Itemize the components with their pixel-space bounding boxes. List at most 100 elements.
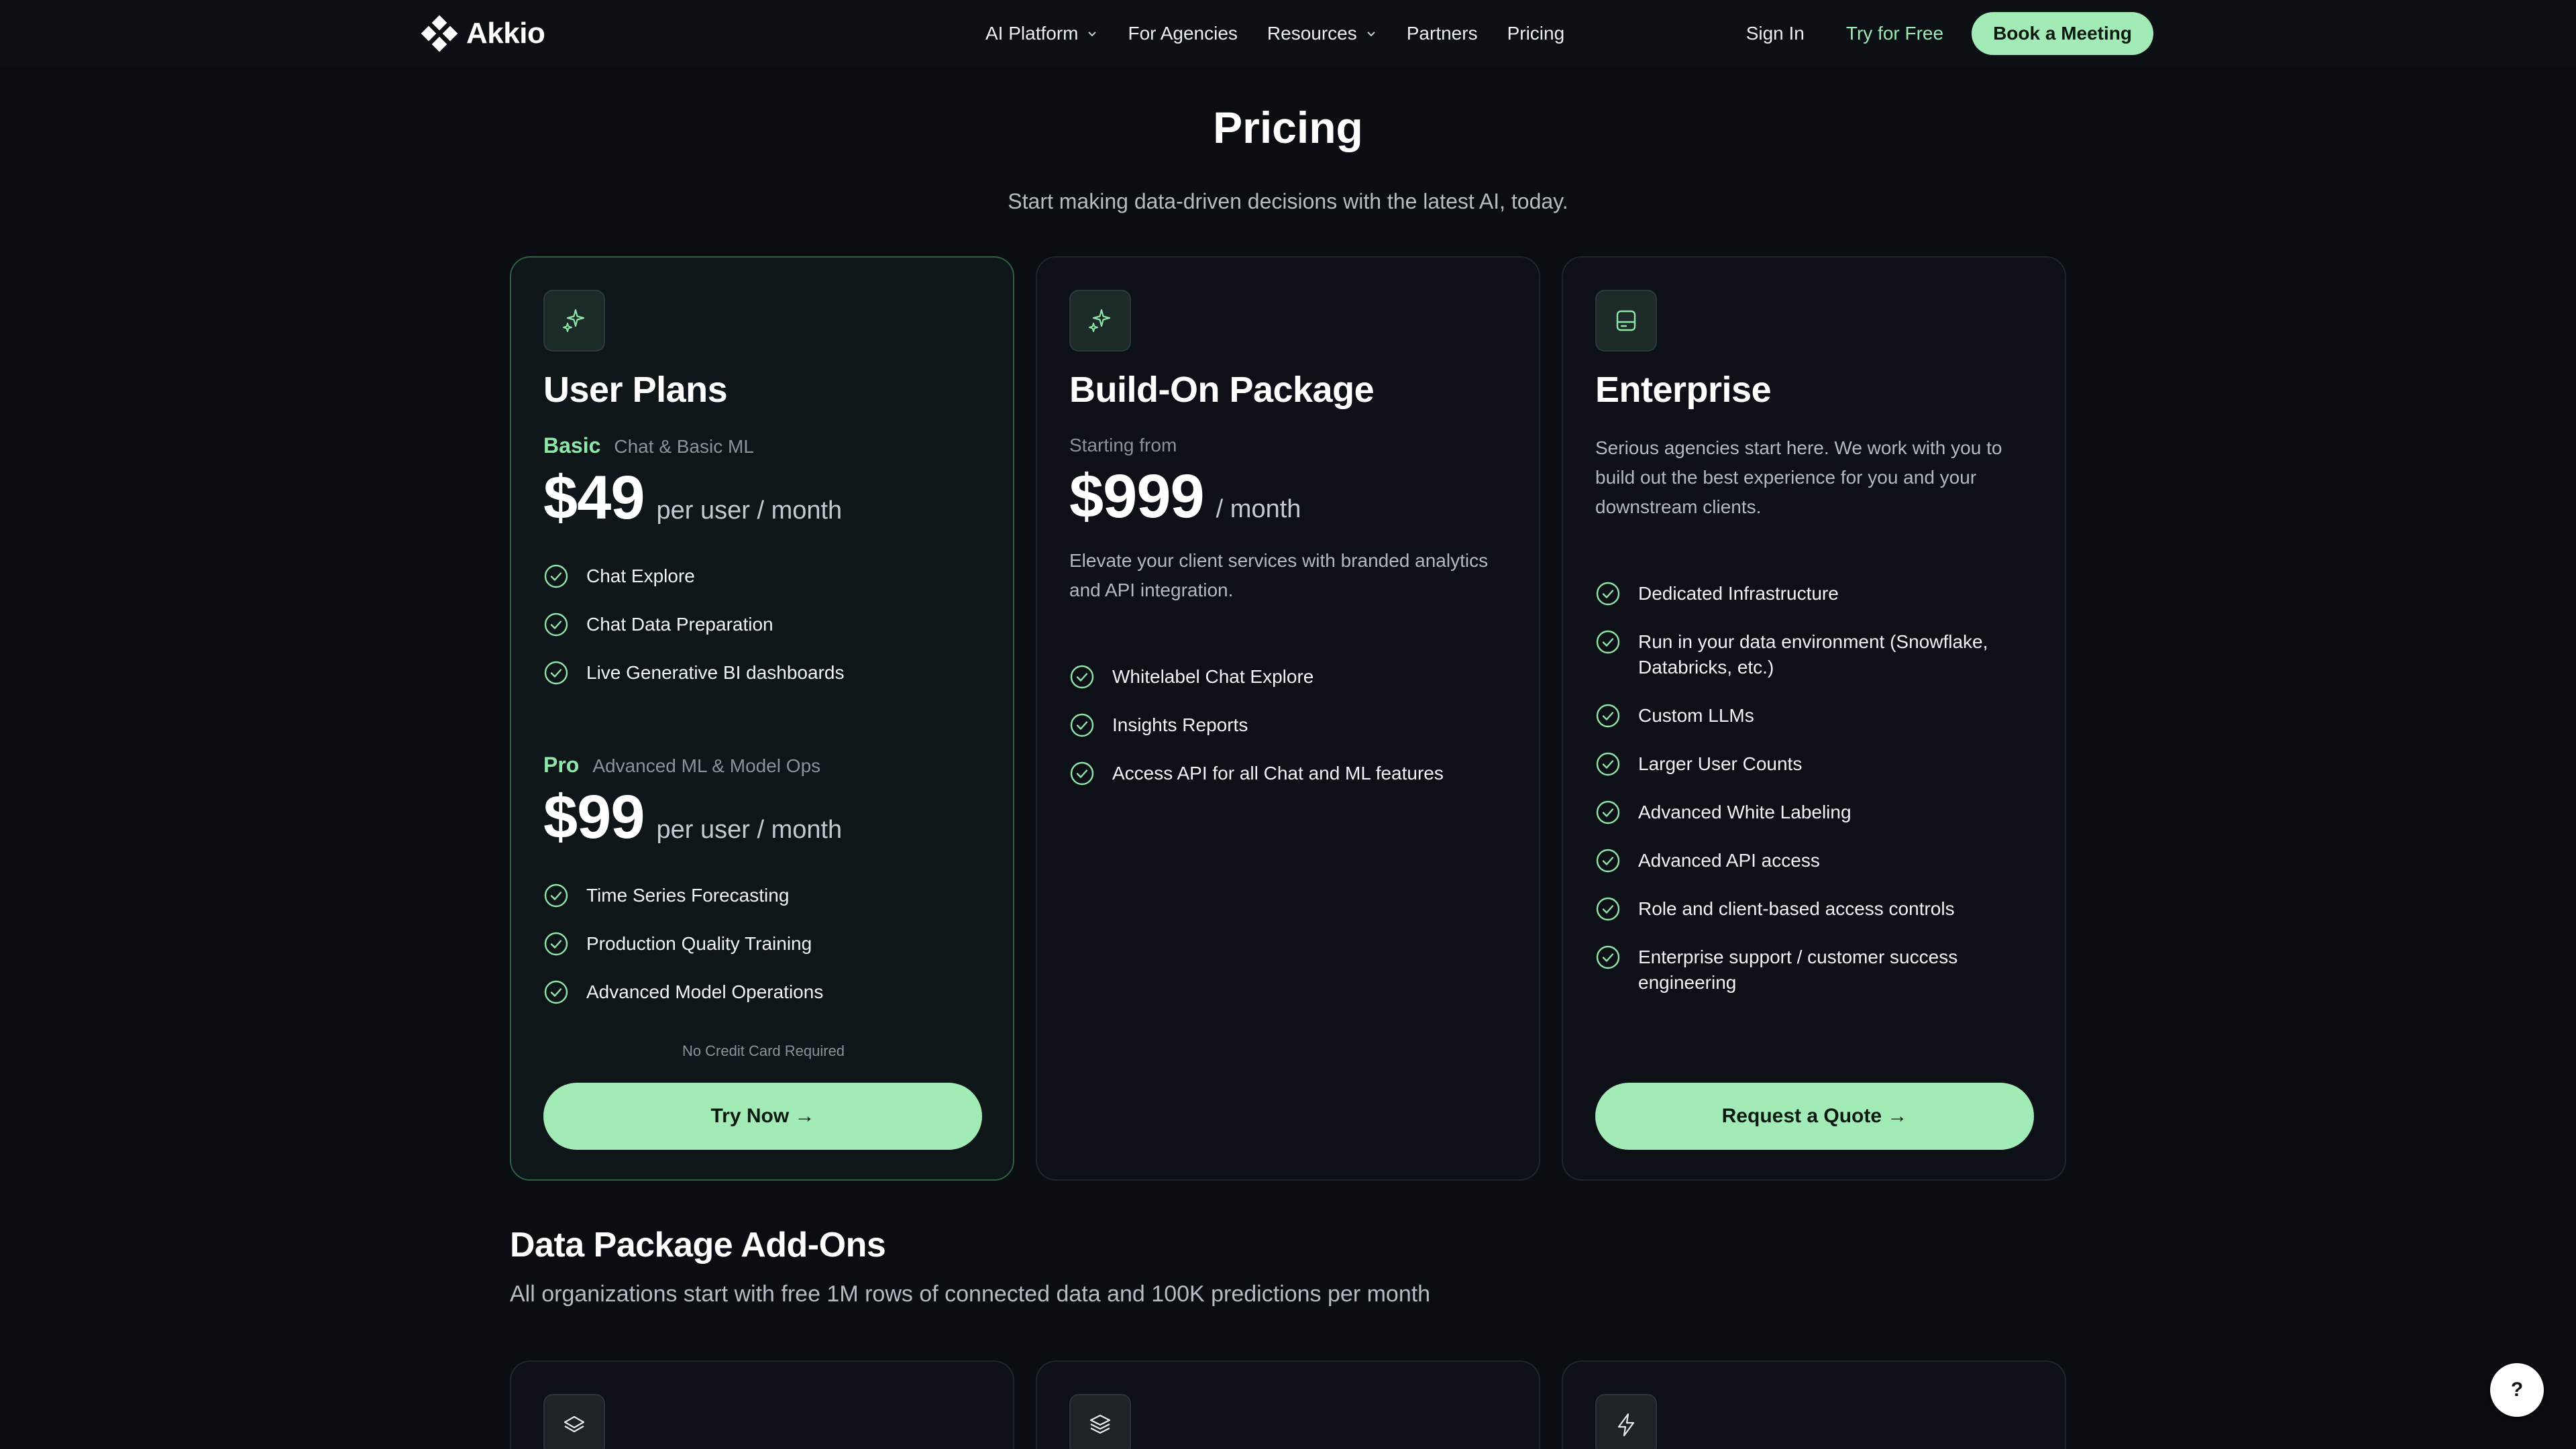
check-circle-icon (544, 612, 568, 637)
nav-link-label: Partners (1406, 23, 1478, 44)
nav-link-partners[interactable]: Partners (1407, 23, 1478, 44)
nav-link-label: Resources (1267, 23, 1357, 44)
price-amount: $49 (543, 464, 645, 532)
nav-link-label: AI Platform (985, 23, 1079, 44)
try-for-free-link[interactable]: Try for Free (1846, 23, 1943, 44)
feature-label: Run in your data environment (Snowflake,… (1638, 631, 1988, 678)
check-circle-icon (1596, 800, 1620, 824)
card-description: Serious agencies start here. We work wit… (1595, 437, 2002, 517)
chevron-down-icon (1367, 32, 1375, 37)
enterprise-card: Enterprise Serious agencies start here. … (1562, 256, 2066, 1181)
build-on-feature-list: Whitelabel Chat Explore Insights Reports… (1069, 664, 1512, 786)
check-circle-icon (1596, 582, 1620, 606)
card-description: Elevate your client services with brande… (1069, 550, 1489, 600)
check-circle-icon (1596, 704, 1620, 728)
feature-item: Whitelabel Chat Explore (1069, 664, 1512, 690)
nav-link-label: Pricing (1507, 23, 1565, 44)
try-now-button[interactable]: Try Now → (543, 1083, 982, 1150)
check-circle-icon (544, 661, 568, 685)
brand-logo[interactable]: Akkio (421, 15, 545, 52)
feature-item: Role and client-based access controls (1595, 896, 2038, 922)
feature-label: Dedicated Infrastructure (1638, 583, 1839, 604)
feature-item: Dedicated Infrastructure (1595, 581, 2038, 606)
nav-link-pricing[interactable]: Pricing (1507, 23, 1565, 44)
no-credit-card-note: No Credit Card Required (682, 1042, 845, 1059)
brand-name: Akkio (466, 17, 545, 50)
feature-label: Custom LLMs (1638, 705, 1754, 726)
price-unit: per user / month (656, 496, 843, 525)
feature-label: Live Generative BI dashboards (586, 662, 845, 683)
check-circle-icon (544, 980, 568, 1004)
card-icon-tile (1069, 290, 1131, 352)
tier-name: Basic (543, 433, 601, 458)
nav-link-for-agencies[interactable]: For Agencies (1128, 23, 1237, 44)
feature-item: Access API for all Chat and ML features (1069, 761, 1512, 786)
basic-feature-list: Chat Explore Chat Data Preparation Live … (543, 564, 986, 686)
sparkles-icon (563, 309, 585, 332)
card-icon-tile (543, 1394, 605, 1449)
tier-pro-price: $99 per user / month (543, 782, 842, 853)
addon-card (1562, 1360, 2066, 1449)
card-icon-tile (1595, 1394, 1657, 1449)
feature-item: Run in your data environment (Snowflake,… (1595, 629, 2038, 680)
feature-label: Chat Data Preparation (586, 614, 773, 635)
pro-feature-list: Time Series Forecasting Production Quali… (543, 883, 986, 1005)
feature-label: Advanced White Labeling (1638, 802, 1851, 822)
check-circle-icon (1596, 752, 1620, 776)
tier-basic-price: $49 per user / month (543, 463, 842, 533)
enterprise-feature-list: Dedicated Infrastructure Run in your dat… (1595, 581, 2038, 996)
lightning-icon (1617, 1413, 1635, 1437)
feature-item: Chat Data Preparation (543, 612, 986, 637)
top-nav: Akkio AI Platform For Agencies Resources… (0, 0, 2576, 66)
nav-links: AI Platform For Agencies Resources Partn… (985, 20, 1564, 47)
tier-basic-header: Basic Chat & Basic ML (543, 433, 754, 458)
feature-item: Custom LLMs (1595, 703, 2038, 729)
price-amount: $99 (543, 783, 645, 851)
feature-item: Advanced Model Operations (543, 979, 986, 1005)
build-on-price: $999 / month (1069, 462, 1301, 532)
check-circle-icon (1070, 665, 1094, 689)
addons-subtitle: All organizations start with free 1M row… (510, 1281, 1431, 1307)
card-icon-tile (1595, 290, 1657, 352)
page: Akkio AI Platform For Agencies Resources… (0, 0, 2576, 1449)
sparkles-icon (1089, 309, 1111, 332)
feature-label: Whitelabel Chat Explore (1112, 666, 1314, 687)
check-circle-icon (544, 564, 568, 588)
page-subtitle: Start making data-driven decisions with … (1008, 189, 1568, 213)
nav-link-resources[interactable]: Resources (1267, 23, 1377, 44)
addon-card (1036, 1360, 1540, 1449)
feature-item: Insights Reports (1069, 712, 1512, 738)
feature-label: Insights Reports (1112, 714, 1248, 735)
tier-description: Chat & Basic ML (614, 436, 754, 457)
starting-from-label: Starting from (1069, 435, 1177, 455)
feature-item: Enterprise support / customer success en… (1595, 945, 2038, 996)
feature-item: Time Series Forecasting (543, 883, 986, 908)
book-meeting-button[interactable]: Book a Meeting (1972, 12, 2153, 55)
feature-label: Advanced Model Operations (586, 981, 824, 1002)
page-title: Pricing (1213, 103, 1363, 152)
check-circle-icon (544, 932, 568, 956)
feature-item: Advanced API access (1595, 848, 2038, 873)
feature-label: Access API for all Chat and ML features (1112, 763, 1444, 784)
feature-item: Production Quality Training (543, 931, 986, 957)
help-button[interactable]: ? (2490, 1363, 2544, 1417)
card-title: Enterprise (1595, 370, 1772, 410)
check-circle-icon (1070, 761, 1094, 786)
card-title: User Plans (543, 370, 728, 410)
request-quote-button[interactable]: Request a Quote → (1595, 1083, 2034, 1150)
price-unit: per user / month (656, 816, 843, 844)
feature-label: Enterprise support / customer success en… (1638, 947, 1958, 993)
card-icon-tile (1069, 1394, 1131, 1449)
check-circle-icon (1596, 945, 1620, 969)
nav-link-ai-platform[interactable]: AI Platform (985, 23, 1098, 44)
server-icon (1616, 310, 1636, 331)
check-circle-icon (1596, 849, 1620, 873)
feature-label: Time Series Forecasting (586, 885, 790, 906)
price-amount: $999 (1069, 462, 1205, 531)
sign-in-link[interactable]: Sign In (1746, 23, 1805, 44)
nav-actions: Sign In Try for Free Book a Meeting (1746, 12, 2153, 55)
layers-icon (564, 1415, 585, 1433)
tier-description: Advanced ML & Model Ops (592, 755, 821, 776)
addons-title: Data Package Add-Ons (510, 1226, 886, 1265)
addon-card (510, 1360, 1014, 1449)
